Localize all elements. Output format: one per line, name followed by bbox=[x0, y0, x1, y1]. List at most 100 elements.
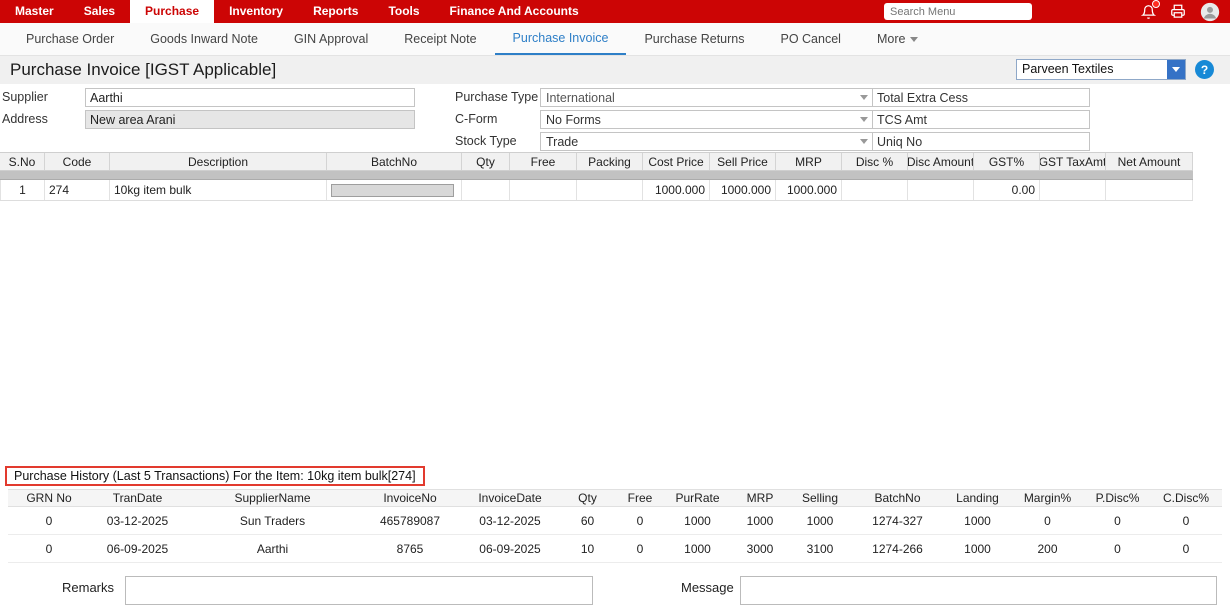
item-packing-cell[interactable] bbox=[577, 180, 643, 200]
message-input[interactable] bbox=[740, 576, 1217, 605]
top-nav-item[interactable]: Inventory bbox=[214, 0, 298, 23]
purchase-sub-nav: Purchase Order Goods Inward Note GIN App… bbox=[0, 23, 1230, 56]
tcs-amt-input[interactable] bbox=[927, 112, 1089, 127]
top-nav-item[interactable]: Reports bbox=[298, 0, 373, 23]
history-pdisc-cell: 0 bbox=[1085, 535, 1150, 562]
top-nav-right bbox=[884, 0, 1230, 23]
history-free-cell: 0 bbox=[615, 535, 665, 562]
item-batchno-cell[interactable] bbox=[327, 180, 462, 200]
tcs-amt-field[interactable]: TCS Amt bbox=[872, 110, 1090, 129]
items-table-header-cell: GST% bbox=[974, 153, 1040, 170]
uniq-no-field[interactable]: Uniq No bbox=[872, 132, 1090, 151]
item-description-cell[interactable]: 10kg item bulk bbox=[110, 180, 327, 200]
top-nav-item[interactable]: Tools bbox=[373, 0, 434, 23]
top-nav-item-label: Tools bbox=[388, 4, 419, 18]
items-table: S.NoCodeDescriptionBatchNoQtyFreePacking… bbox=[0, 152, 1193, 201]
history-trandate-cell: 03-12-2025 bbox=[90, 507, 185, 534]
uniq-no-input[interactable] bbox=[922, 134, 1089, 149]
history-invoicedate-cell: 06-09-2025 bbox=[460, 535, 560, 562]
cform-value: No Forms bbox=[546, 113, 601, 127]
supplier-input[interactable] bbox=[85, 88, 415, 107]
item-cost-price-cell[interactable]: 1000.000 bbox=[643, 180, 710, 200]
items-table-header-cell: Qty bbox=[462, 153, 510, 170]
item-mrp-cell[interactable]: 1000.000 bbox=[776, 180, 842, 200]
history-suppliername-cell: Sun Traders bbox=[185, 507, 360, 534]
invoice-form: Supplier Address Purchase Type Internati… bbox=[0, 86, 1230, 152]
item-disc-percent-cell[interactable] bbox=[842, 180, 908, 200]
question-mark-icon: ? bbox=[1201, 63, 1208, 77]
item-sno-cell: 1 bbox=[0, 180, 45, 200]
purchase-type-select[interactable]: International bbox=[540, 88, 874, 107]
remarks-input[interactable] bbox=[125, 576, 593, 605]
sub-nav-item[interactable]: GIN Approval bbox=[276, 23, 386, 55]
history-table-row[interactable]: 0 03-12-2025 Sun Traders 465789087 03-12… bbox=[8, 507, 1222, 535]
history-selling-cell: 1000 bbox=[790, 507, 850, 534]
cform-select[interactable]: No Forms bbox=[540, 110, 874, 129]
company-selector-dropdown-button[interactable] bbox=[1167, 60, 1185, 79]
sub-nav-item-more[interactable]: More bbox=[859, 23, 936, 55]
sub-nav-item[interactable]: Purchase Order bbox=[8, 23, 132, 55]
items-table-header-cell: Disc % bbox=[842, 153, 908, 170]
footer-bar: Remarks Message bbox=[0, 572, 1230, 614]
sub-nav-item[interactable]: Receipt Note bbox=[386, 23, 494, 55]
history-grnno-cell: 0 bbox=[8, 507, 90, 534]
history-landing-cell: 1000 bbox=[945, 535, 1010, 562]
history-batchno-cell: 1274-266 bbox=[850, 535, 945, 562]
notifications-button[interactable] bbox=[1141, 4, 1156, 20]
remarks-label: Remarks bbox=[62, 580, 114, 595]
top-nav-item-label: Sales bbox=[84, 4, 115, 18]
purchase-type-value: International bbox=[546, 91, 615, 105]
total-extra-cess-input[interactable] bbox=[968, 90, 1089, 105]
items-table-header-cell: Description bbox=[110, 153, 327, 170]
sub-nav-item-label: Purchase Returns bbox=[644, 24, 744, 54]
sub-nav-item[interactable]: Goods Inward Note bbox=[132, 23, 276, 55]
top-nav-item-label: Finance And Accounts bbox=[450, 4, 579, 18]
history-table-row[interactable]: 0 06-09-2025 Aarthi 8765 06-09-2025 10 0… bbox=[8, 535, 1222, 563]
sub-nav-item[interactable]: Purchase Returns bbox=[626, 23, 762, 55]
history-table-header-cell: GRN No bbox=[8, 490, 90, 506]
sub-nav-item-label: Receipt Note bbox=[404, 24, 476, 54]
total-extra-cess-label: Total Extra Cess bbox=[873, 91, 968, 105]
company-selector[interactable]: Parveen Textiles bbox=[1016, 59, 1186, 80]
item-sell-price-cell[interactable]: 1000.000 bbox=[710, 180, 776, 200]
sub-nav-item[interactable]: Purchase Invoice bbox=[495, 23, 627, 55]
history-trandate-cell: 06-09-2025 bbox=[90, 535, 185, 562]
address-input bbox=[85, 110, 415, 129]
items-table-header: S.NoCodeDescriptionBatchNoQtyFreePacking… bbox=[0, 152, 1193, 171]
item-qty-cell[interactable] bbox=[462, 180, 510, 200]
top-nav-item[interactable]: Master bbox=[0, 0, 69, 23]
top-nav-item[interactable]: Sales bbox=[69, 0, 130, 23]
sub-nav-item-label: GIN Approval bbox=[294, 24, 368, 54]
item-free-cell[interactable] bbox=[510, 180, 577, 200]
item-disc-amount-cell[interactable] bbox=[908, 180, 974, 200]
item-gst-taxamt-cell[interactable] bbox=[1040, 180, 1106, 200]
history-table-header-cell: TranDate bbox=[90, 490, 185, 506]
items-table-header-cell: Free bbox=[510, 153, 577, 170]
help-button[interactable]: ? bbox=[1195, 60, 1214, 79]
more-label: More bbox=[877, 24, 905, 54]
stock-type-select[interactable]: Trade bbox=[540, 132, 874, 151]
items-table-row[interactable]: 1 274 10kg item bulk 1000.000 1000.000 1… bbox=[0, 180, 1193, 201]
history-table-header-cell: Selling bbox=[790, 490, 850, 506]
history-free-cell: 0 bbox=[615, 507, 665, 534]
item-net-amount-cell[interactable] bbox=[1106, 180, 1193, 200]
sub-nav-item-label: Goods Inward Note bbox=[150, 24, 258, 54]
history-table-header-cell: PurRate bbox=[665, 490, 730, 506]
items-table-header-cell: Cost Price bbox=[643, 153, 710, 170]
stock-type-value: Trade bbox=[546, 135, 578, 149]
item-code-cell[interactable]: 274 bbox=[45, 180, 110, 200]
top-nav-item[interactable]: Finance And Accounts bbox=[435, 0, 594, 23]
history-purrate-cell: 1000 bbox=[665, 507, 730, 534]
sub-nav-item-label: Purchase Order bbox=[26, 24, 114, 54]
items-table-header-cell: Code bbox=[45, 153, 110, 170]
print-button[interactable] bbox=[1170, 4, 1186, 19]
top-nav-item[interactable]: Purchase bbox=[130, 0, 214, 23]
search-input[interactable] bbox=[884, 3, 1032, 20]
items-table-body: 1 274 10kg item bulk 1000.000 1000.000 1… bbox=[0, 180, 1193, 201]
total-extra-cess-field[interactable]: Total Extra Cess bbox=[872, 88, 1090, 107]
purchase-history-title: Purchase History (Last 5 Transactions) F… bbox=[5, 466, 425, 486]
history-table-header-cell: Margin% bbox=[1010, 490, 1085, 506]
sub-nav-item[interactable]: PO Cancel bbox=[763, 23, 859, 55]
item-gst-percent-cell[interactable]: 0.00 bbox=[974, 180, 1040, 200]
user-avatar[interactable] bbox=[1200, 2, 1220, 22]
